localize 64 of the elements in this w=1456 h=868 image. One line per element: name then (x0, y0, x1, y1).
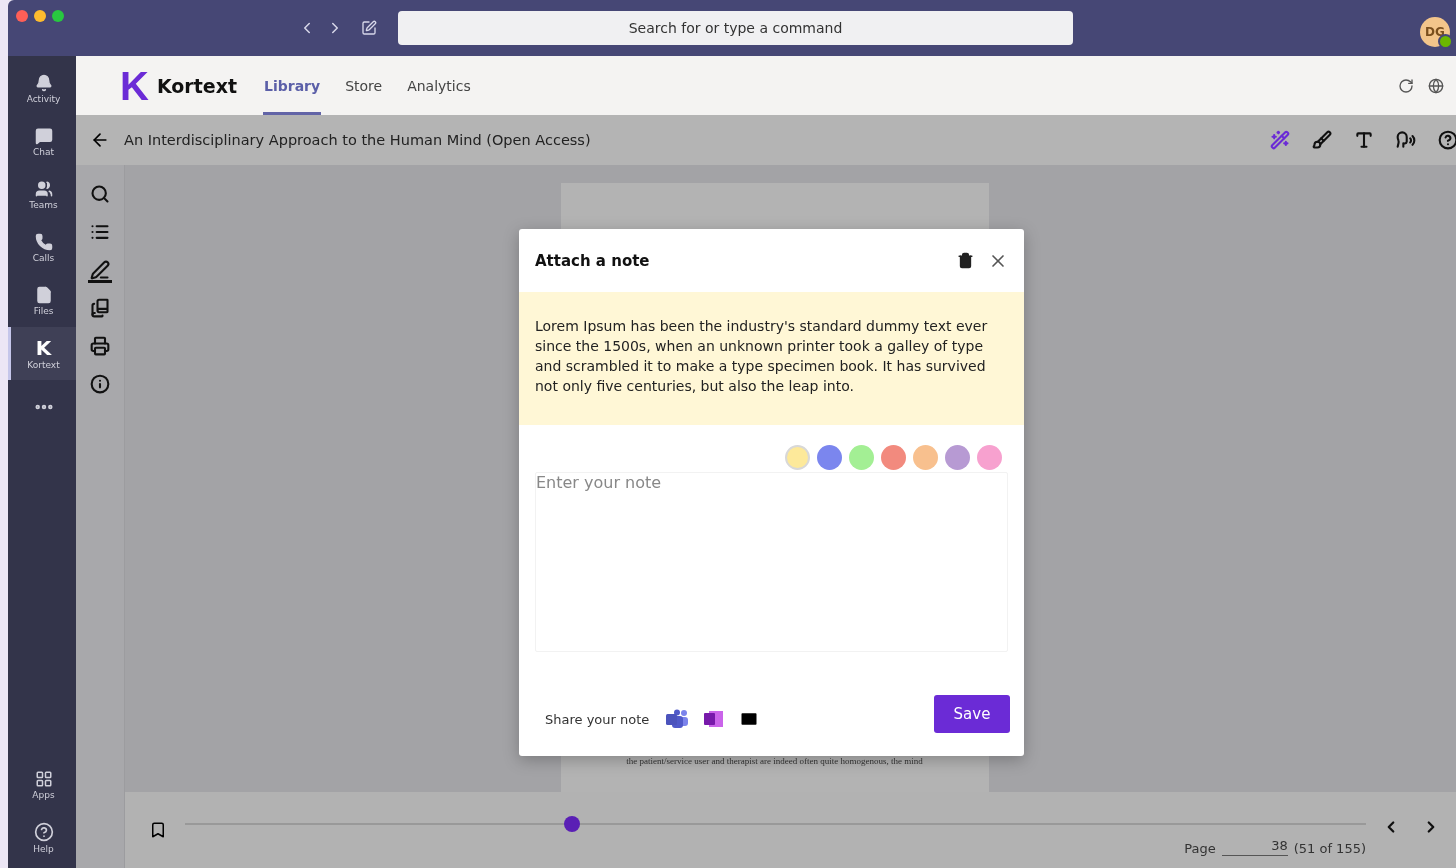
bookmarks-icon (90, 297, 110, 318)
nav-tab[interactable]: Store (344, 56, 384, 115)
delete-button[interactable] (957, 252, 974, 269)
help-icon (33, 821, 54, 842)
color-swatch[interactable] (913, 445, 938, 470)
rail-item[interactable]: Activity (8, 62, 76, 115)
note-input[interactable]: Enter your note (535, 472, 1008, 652)
read-aloud-icon (1396, 130, 1416, 150)
info-icon (90, 373, 110, 394)
save-button[interactable]: Save (934, 695, 1010, 733)
brush-icon (1312, 130, 1332, 150)
search-icon (90, 183, 110, 204)
search-field[interactable]: Search for or type a command (398, 11, 1073, 45)
rail-item[interactable]: K Kortext (8, 327, 76, 380)
color-swatch[interactable] (785, 445, 810, 470)
nav-tab[interactable]: Analytics (406, 56, 472, 115)
pen-icon (90, 259, 110, 280)
reader-tool-button[interactable] (1436, 128, 1456, 152)
color-swatch[interactable] (977, 445, 1002, 470)
people-icon (34, 179, 53, 198)
logo-mark: K (120, 65, 149, 106)
bell-icon (34, 73, 53, 92)
reader-tool-button[interactable] (1310, 128, 1334, 152)
zoom-dot[interactable] (52, 10, 64, 22)
color-swatch[interactable] (817, 445, 842, 470)
phone-icon (34, 232, 53, 251)
minimize-dot[interactable] (34, 10, 46, 22)
compose-icon (361, 20, 377, 36)
rail-item[interactable]: Help (8, 811, 76, 864)
help-icon (1438, 130, 1456, 150)
color-swatch[interactable] (945, 445, 970, 470)
share-label: Share your note (545, 711, 650, 727)
avatar[interactable]: DG (1420, 17, 1450, 47)
rail-item[interactable]: Files (8, 274, 76, 327)
refresh-icon[interactable] (1398, 77, 1414, 94)
bookmark-icon[interactable] (149, 821, 167, 839)
color-swatch[interactable] (849, 445, 874, 470)
notebook-share-button[interactable] (703, 709, 726, 729)
globe-icon[interactable] (1428, 77, 1444, 94)
side-tool-button[interactable] (88, 259, 112, 283)
close-dot[interactable] (16, 10, 28, 22)
apps-icon (34, 769, 53, 788)
magic-wand-icon (1270, 130, 1290, 150)
page-count: (51 of 155) (1293, 841, 1366, 856)
printer-icon (90, 335, 110, 356)
page-text: the patient/service user and therapist are indeed often quite homogenous, the mind (626, 756, 923, 766)
book-title: An Interdisciplinary Approach to the Human Mind (Open Access) (124, 132, 591, 148)
dialog-title: Attach a note (535, 251, 650, 270)
text-size-icon (1354, 130, 1374, 150)
chat-icon (34, 126, 53, 145)
rail-item[interactable]: Chat (8, 115, 76, 168)
color-swatch[interactable] (881, 445, 906, 470)
quoted-text: Lorem Ipsum has been the industry's standard dummy text ever since the 1500s, when an unknown printer took a galley of type and scrambled it to make a type specimen book. It has survived not only five centuries, but also the leap into. (519, 292, 1024, 425)
teams-share-button[interactable] (665, 709, 690, 729)
app-letter-icon: K (35, 337, 52, 358)
rail-item[interactable]: Teams (8, 168, 76, 221)
rail-item[interactable]: Apps (8, 758, 76, 811)
more-icon (34, 403, 53, 410)
brand-name: Kortext (156, 74, 237, 97)
rail-item[interactable]: Calls (8, 221, 76, 274)
slider-thumb[interactable] (564, 816, 580, 832)
file-icon (34, 285, 53, 304)
page-label: Page (1184, 841, 1216, 856)
page-field[interactable]: 38 (1221, 838, 1288, 856)
